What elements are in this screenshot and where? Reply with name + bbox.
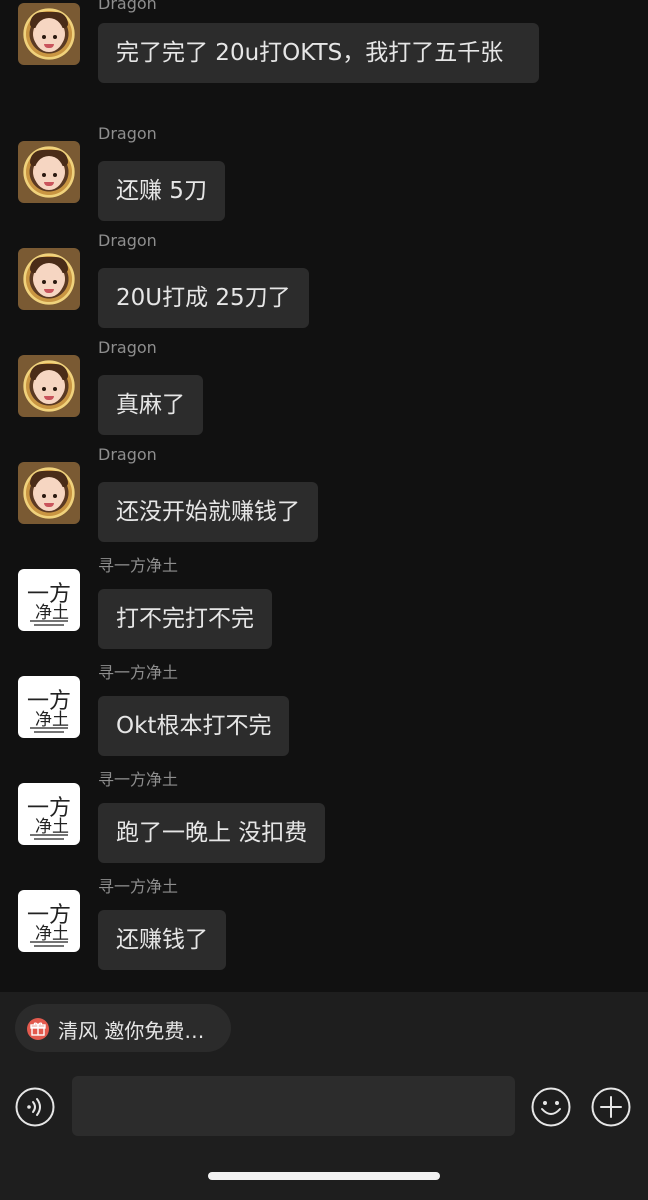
pure-land-avatar[interactable]: 一方 净土	[18, 890, 80, 952]
dragon-avatar[interactable]	[18, 3, 80, 65]
sender-name: 寻一方净土	[98, 663, 179, 682]
message-bubble[interactable]: 完了完了 20u打OKTS，我打了五千张	[98, 23, 539, 83]
sender-name: Dragon	[98, 445, 157, 464]
home-indicator	[208, 1172, 440, 1180]
invite-chip[interactable]: 清风 邀你免费…	[15, 1004, 231, 1052]
sender-name: Dragon	[98, 231, 157, 250]
sender-name: 寻一方净土	[98, 877, 179, 896]
message-bubble[interactable]: 还赚 5刀	[98, 161, 225, 221]
gift-icon	[27, 1018, 49, 1040]
svg-text:净土: 净土	[35, 817, 69, 837]
message-bubble[interactable]: Okt根本打不完	[98, 696, 290, 756]
message-bubble[interactable]: 20U打成 25刀了	[98, 268, 309, 328]
message-bubble[interactable]: 还没开始就赚钱了	[98, 482, 318, 542]
message-bubble[interactable]: 打不完打不完	[98, 589, 272, 649]
pure-land-avatar[interactable]: 一方 净土	[18, 676, 80, 738]
message-bubble[interactable]: 还赚钱了	[98, 910, 226, 970]
message-list[interactable]: Dragon 完了完了 20u打OKTS，我打了五千张 Dragon 还赚 5刀…	[0, 0, 648, 992]
sender-name: 寻一方净土	[98, 556, 179, 575]
invite-label: 清风 邀你免费…	[58, 1019, 205, 1043]
dragon-avatar[interactable]	[18, 141, 80, 203]
voice-icon[interactable]	[15, 1087, 55, 1127]
pure-land-avatar[interactable]: 一方 净土	[18, 569, 80, 631]
dragon-avatar[interactable]	[18, 248, 80, 310]
message-bubble[interactable]: 真麻了	[98, 375, 203, 435]
sender-name: Dragon	[98, 124, 157, 143]
svg-text:净土: 净土	[35, 924, 69, 944]
plus-icon[interactable]	[591, 1087, 631, 1127]
sender-name: 寻一方净土	[98, 770, 179, 789]
sender-name: Dragon	[98, 338, 157, 357]
dragon-avatar[interactable]	[18, 462, 80, 524]
sender-name: Dragon	[98, 0, 157, 13]
emoji-icon[interactable]	[531, 1087, 571, 1127]
dragon-avatar[interactable]	[18, 355, 80, 417]
svg-text:净土: 净土	[35, 603, 69, 623]
input-area: 清风 邀你免费…	[0, 992, 648, 1200]
chat-screen: Dragon 完了完了 20u打OKTS，我打了五千张 Dragon 还赚 5刀…	[0, 0, 648, 1200]
message-bubble[interactable]: 跑了一晚上 没扣费	[98, 803, 326, 863]
message-input[interactable]	[72, 1076, 515, 1136]
pure-land-avatar[interactable]: 一方 净土	[18, 783, 80, 845]
svg-text:净土: 净土	[35, 710, 69, 730]
